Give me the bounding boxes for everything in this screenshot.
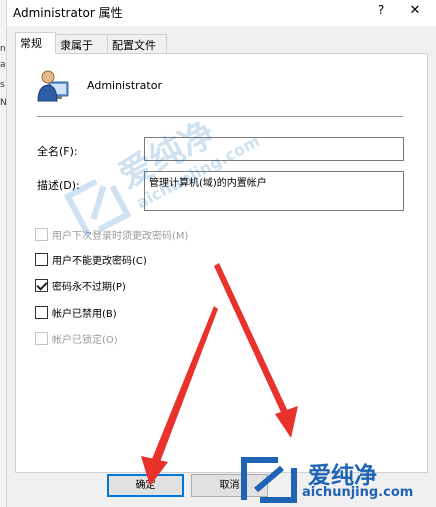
account-name: Administrator <box>87 79 162 92</box>
password-never-expires-checkbox[interactable]: 密码永不过期(P) <box>35 277 126 293</box>
description-field[interactable]: 管理计算机(域)的内置帐户 <box>144 171 404 211</box>
user-icon <box>37 70 69 102</box>
checkbox-label: 用户下次登录时须更改密码(M) <box>52 230 189 242</box>
description-label: 描述(D): <box>37 179 80 192</box>
checkbox-box[interactable] <box>35 278 48 292</box>
background-text: s <box>0 80 5 90</box>
background-text: ni <box>0 44 6 54</box>
divider <box>37 116 403 117</box>
title-bar[interactable]: Administrator 属性 ? ✕ <box>7 0 436 26</box>
background-text: ar <box>0 60 6 70</box>
must-change-password-checkbox[interactable]: 用户下次登录时须更改密码(M) <box>35 226 188 242</box>
brand-logo-text-en: aichunjing.com <box>302 485 414 500</box>
account-locked-checkbox[interactable]: 帐户已锁定(O) <box>35 330 118 346</box>
checkbox-label: 用户不能更改密码(C) <box>52 255 147 267</box>
close-button[interactable]: ✕ <box>407 3 423 21</box>
window-title: Administrator 属性 <box>13 6 123 20</box>
checkbox-label: 帐户已禁用(B) <box>52 308 117 320</box>
tab-member-of[interactable]: 隶属于 <box>55 34 108 53</box>
tab-profile[interactable]: 配置文件 <box>107 34 167 53</box>
ok-button[interactable]: 确定 <box>107 474 184 497</box>
full-name-field[interactable] <box>144 137 404 161</box>
full-name-label: 全名(F): <box>37 145 78 158</box>
checkbox-box[interactable] <box>35 252 48 266</box>
checkbox-box[interactable] <box>35 227 48 241</box>
account-disabled-checkbox[interactable]: 帐户已禁用(B) <box>35 304 117 320</box>
background-window-edge: ni ar s N- <box>0 0 7 507</box>
checkbox-box[interactable] <box>35 331 48 345</box>
help-button[interactable]: ? <box>373 3 389 21</box>
checkbox-box[interactable] <box>35 305 48 319</box>
checkbox-label: 帐户已锁定(O) <box>52 334 118 346</box>
general-tab-panel: Administrator 全名(F): 描述(D): 管理计算机(域)的内置帐… <box>15 53 428 473</box>
tab-general[interactable]: 常规 <box>15 32 56 54</box>
cannot-change-password-checkbox[interactable]: 用户不能更改密码(C) <box>35 251 147 267</box>
background-text: N- <box>0 98 7 108</box>
properties-dialog: Administrator 属性 ? ✕ 常规 隶属于 配置文件 Adminis… <box>7 0 436 507</box>
checkbox-label: 密码永不过期(P) <box>52 281 126 293</box>
brand-logo-icon <box>241 457 297 503</box>
brand-logo: 爱纯净 aichunjing.com <box>238 452 434 507</box>
